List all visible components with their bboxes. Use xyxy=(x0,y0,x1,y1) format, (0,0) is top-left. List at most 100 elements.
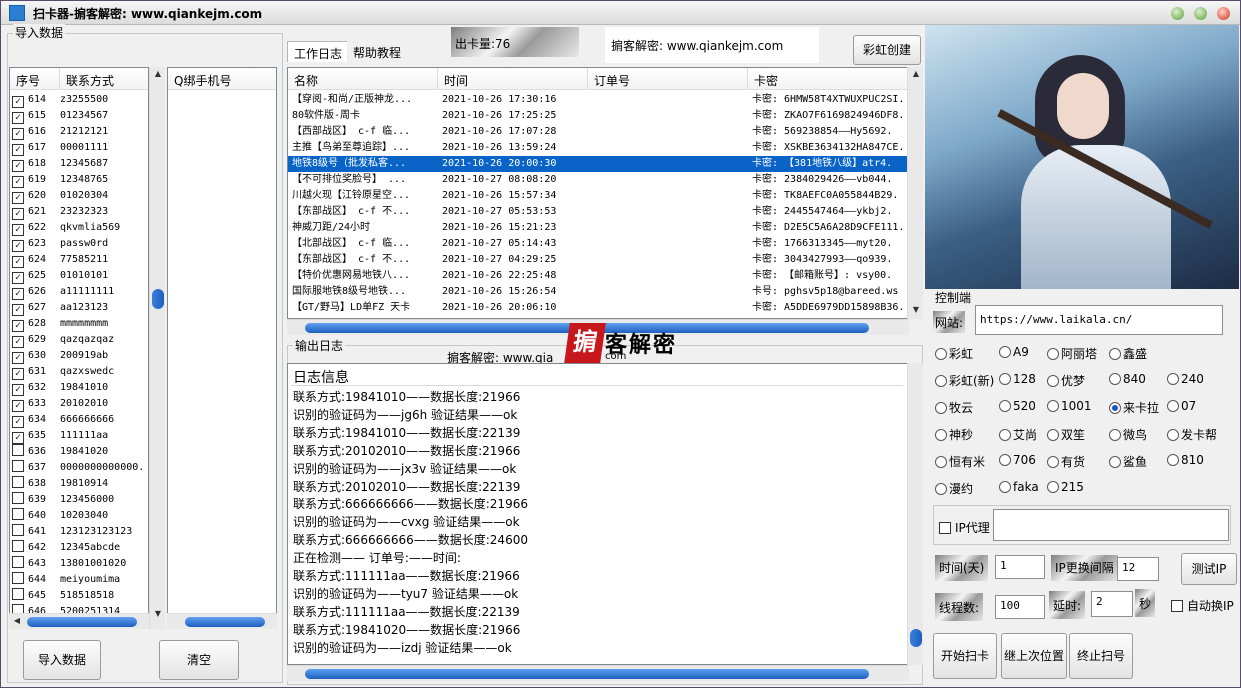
radio-option[interactable]: 漫约 xyxy=(935,480,973,497)
contact-row[interactable]: ✓ 619 12348765 xyxy=(12,172,148,188)
radio-icon[interactable] xyxy=(1167,429,1179,441)
scroll-down-icon[interactable]: ▼ xyxy=(150,609,166,618)
contact-row[interactable]: 636 19841020 xyxy=(12,444,148,460)
contact-row[interactable]: ✓ 617 00001111 xyxy=(12,140,148,156)
radio-option[interactable]: 鑫盛 xyxy=(1109,345,1147,362)
radio-option[interactable]: 微鸟 xyxy=(1109,426,1147,443)
checkbox-icon[interactable] xyxy=(12,572,24,584)
radio-icon[interactable] xyxy=(1047,456,1059,468)
radio-option[interactable]: 706 xyxy=(999,453,1036,467)
radio-option[interactable]: 优梦 xyxy=(1047,372,1085,389)
contact-row[interactable]: ✓ 614 z3255500 xyxy=(12,92,148,108)
radio-option[interactable]: 鲨鱼 xyxy=(1109,453,1147,470)
contact-row[interactable]: ✓ 633 20102010 xyxy=(12,396,148,412)
scroll-up-icon[interactable]: ▲ xyxy=(150,69,166,78)
rainbow-create-button[interactable]: 彩虹创建 xyxy=(853,35,921,65)
radio-icon[interactable] xyxy=(1047,400,1059,412)
radio-icon[interactable] xyxy=(999,346,1011,358)
checkbox-icon[interactable] xyxy=(12,444,24,456)
radio-icon[interactable] xyxy=(1047,481,1059,493)
checkbox-icon[interactable]: ✓ xyxy=(12,336,24,348)
radio-option[interactable]: 彩虹(新) xyxy=(935,372,994,389)
radio-icon[interactable] xyxy=(1109,373,1121,385)
contact-row[interactable]: 638 19810914 xyxy=(12,476,148,492)
tab-help[interactable]: 帮助教程 xyxy=(347,41,408,62)
radio-icon[interactable] xyxy=(999,373,1011,385)
col-name-header[interactable]: 名称 xyxy=(288,68,438,90)
radio-option[interactable]: 07 xyxy=(1167,399,1196,413)
col-seq-header[interactable]: 序号 xyxy=(10,68,60,90)
contact-hscroll[interactable]: ◀ xyxy=(9,613,149,629)
contact-row[interactable]: ✓ 628 mmmmmmmm xyxy=(12,316,148,332)
card-row[interactable]: 【特价优惠网易地铁八... 2021-10-26 22:25:48 卡密: 【邮箱账… xyxy=(288,268,908,284)
card-row[interactable]: 神威刀距/24小时 2021-10-26 15:21:23 卡密: D2E5C5A6… xyxy=(288,220,908,236)
radio-option[interactable]: 发卡帮 xyxy=(1167,426,1217,443)
import-data-button[interactable]: 导入数据 xyxy=(23,640,101,680)
radio-icon[interactable] xyxy=(1109,456,1121,468)
scroll-thumb[interactable] xyxy=(152,289,164,309)
radio-option[interactable]: 牧云 xyxy=(935,399,973,416)
qq-hscroll[interactable] xyxy=(167,613,277,629)
contact-row[interactable]: ✓ 621 23232323 xyxy=(12,204,148,220)
tab-work-log[interactable]: 工作日志 xyxy=(287,41,350,62)
checkbox-icon[interactable]: ✓ xyxy=(12,256,24,268)
radio-icon[interactable] xyxy=(999,454,1011,466)
radio-icon[interactable] xyxy=(935,429,947,441)
radio-option[interactable]: 520 xyxy=(999,399,1036,413)
checkbox-icon[interactable]: ✓ xyxy=(12,288,24,300)
checkbox-icon[interactable] xyxy=(12,508,24,520)
radio-option[interactable]: 1001 xyxy=(1047,399,1092,413)
radio-option[interactable]: 840 xyxy=(1109,372,1146,386)
checkbox-icon[interactable]: ✓ xyxy=(12,192,24,204)
auto-ip-checkbox[interactable]: 自动换IP xyxy=(1171,597,1234,614)
checkbox-icon[interactable]: ✓ xyxy=(12,128,24,140)
checkbox-icon[interactable]: ✓ xyxy=(12,400,24,412)
checkbox-icon[interactable]: ✓ xyxy=(12,368,24,380)
checkbox-icon[interactable]: ✓ xyxy=(12,160,24,172)
contact-row[interactable]: 640 10203040 xyxy=(12,508,148,524)
col-order-header[interactable]: 订单号 xyxy=(588,68,748,90)
contact-row[interactable]: 644 meiyoumima xyxy=(12,572,148,588)
checkbox-icon[interactable]: ✓ xyxy=(12,432,24,444)
card-row[interactable]: 【不可排位奖脸号】 ... 2021-10-27 08:08:20 卡密: 2384… xyxy=(288,172,908,188)
contact-row[interactable]: ✓ 625 01010101 xyxy=(12,268,148,284)
contact-row[interactable]: 645 518518518 xyxy=(12,588,148,604)
contact-list[interactable]: 序号 联系方式 ✓ 614 z3255500 ✓ 615 01234567 ✓ 616 2121… xyxy=(9,67,149,629)
col-key-header[interactable]: 卡密 xyxy=(748,68,908,90)
radio-icon[interactable] xyxy=(999,429,1011,441)
card-row[interactable]: 【北部战区】 c-f 临... 2021-10-27 05:14:43 卡密: 17… xyxy=(288,236,908,252)
scroll-left-icon[interactable]: ◀ xyxy=(9,616,25,625)
hscroll-thumb[interactable] xyxy=(27,617,137,627)
checkbox-icon[interactable]: ✓ xyxy=(12,272,24,284)
radio-icon[interactable] xyxy=(1109,402,1121,414)
hscroll-thumb[interactable] xyxy=(185,617,265,627)
checkbox-icon[interactable]: ✓ xyxy=(12,240,24,252)
scroll-down-icon[interactable]: ▼ xyxy=(908,305,924,314)
contact-row[interactable]: ✓ 635 111111aa xyxy=(12,428,148,444)
stop-scan-button[interactable]: 终止扫号 xyxy=(1069,633,1133,679)
card-row[interactable]: 【西部战区】 c-f 临... 2021-10-26 17:07:28 卡密: 56… xyxy=(288,124,908,140)
card-row[interactable]: 主推【鸟弟至尊追踪】... 2021-10-26 13:59:24 卡密: XSKB… xyxy=(288,140,908,156)
radio-icon[interactable] xyxy=(1167,454,1179,466)
checkbox-icon[interactable] xyxy=(12,588,24,600)
radio-icon[interactable] xyxy=(935,402,947,414)
contact-row[interactable]: 641 123123123123 xyxy=(12,524,148,540)
radio-option[interactable]: 艾尚 xyxy=(999,426,1037,443)
card-row[interactable]: 地铁8级号（批发私客... 2021-10-26 20:00:30 卡密: 【381… xyxy=(288,156,908,172)
card-row[interactable]: 【东部战区】 c-f 不... 2021-10-27 04:29:25 卡密: 30… xyxy=(288,252,908,268)
start-scan-button[interactable]: 开始扫卡 xyxy=(933,633,997,679)
log-hscroll[interactable] xyxy=(287,665,909,681)
checkbox-icon[interactable] xyxy=(12,460,24,472)
checkbox-icon[interactable]: ✓ xyxy=(12,176,24,188)
radio-icon[interactable] xyxy=(1047,375,1059,387)
card-row[interactable]: 国际服地铁8级号地铁... 2021-10-26 15:26:54 卡号: pghs… xyxy=(288,284,908,300)
contact-row[interactable]: ✓ 630 200919ab xyxy=(12,348,148,364)
radio-icon[interactable] xyxy=(1109,348,1121,360)
maximize-icon[interactable] xyxy=(1194,7,1207,20)
radio-option[interactable]: 810 xyxy=(1167,453,1204,467)
radio-icon[interactable] xyxy=(935,348,947,360)
radio-option[interactable]: 彩虹 xyxy=(935,345,973,362)
contact-row[interactable]: ✓ 622 qkvmlia569 xyxy=(12,220,148,236)
contact-row[interactable]: ✓ 627 aa123123 xyxy=(12,300,148,316)
contact-row[interactable]: ✓ 618 12345687 xyxy=(12,156,148,172)
